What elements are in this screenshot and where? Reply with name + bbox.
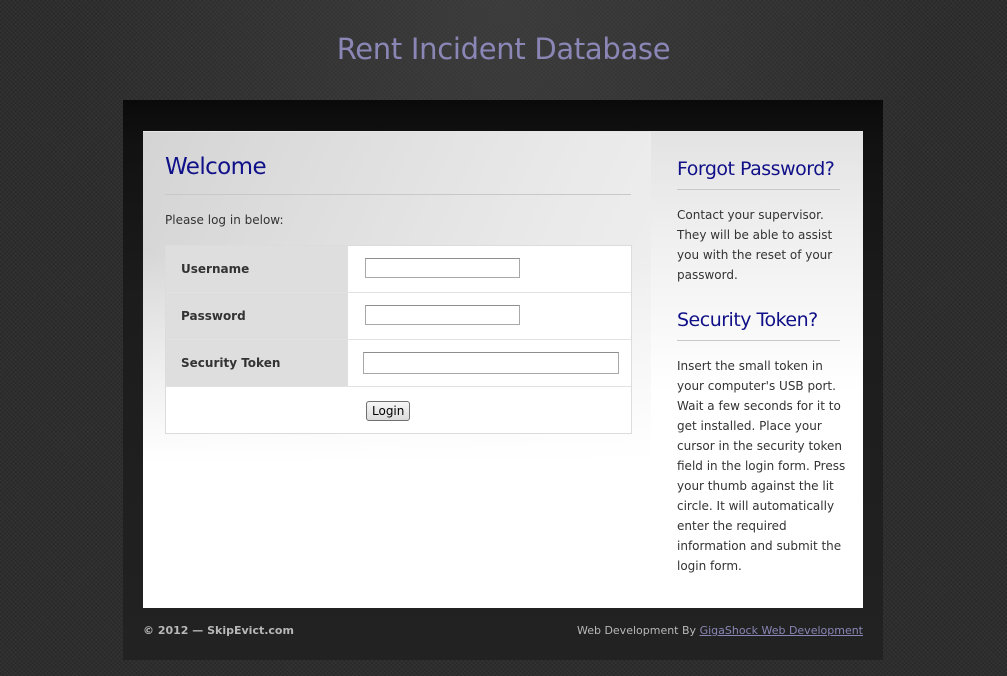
username-label: Username [166, 246, 348, 292]
security-token-text: Insert the small token in your computer'… [677, 359, 846, 573]
login-button[interactable]: Login [366, 401, 411, 421]
submit-row: Login [166, 387, 631, 433]
footer-credit-prefix: Web Development By [576, 624, 700, 637]
login-column: Welcome Please log in below: Username Pa… [143, 132, 651, 608]
welcome-heading: Welcome [165, 154, 267, 180]
footer-copyright: © 2012 — SkipEvict.com [143, 624, 294, 637]
forgot-password-text: Contact your supervisor. They will be ab… [677, 208, 833, 282]
security-token-cell [348, 340, 631, 386]
site-title: Rent Incident Database [336, 32, 671, 66]
security-token-label: Security Token [166, 340, 348, 386]
footer-credit: Web Development By GigaShock Web Develop… [577, 624, 863, 637]
heading-divider [165, 194, 631, 195]
forgot-password-divider [677, 189, 840, 190]
password-cell [348, 293, 631, 339]
login-form: Username Password Security Token Login [165, 245, 632, 434]
username-cell [348, 246, 631, 292]
security-token-heading: Security Token? [677, 309, 818, 331]
help-sidebar: Forgot Password? Contact your supervisor… [651, 132, 863, 608]
password-label: Password [166, 293, 348, 339]
login-intro-text: Please log in below: [165, 213, 284, 227]
username-row: Username [166, 246, 631, 293]
password-row: Password [166, 293, 631, 340]
content-box: Welcome Please log in below: Username Pa… [143, 131, 863, 608]
security-token-row: Security Token [166, 340, 631, 387]
page-wrapper: Welcome Please log in below: Username Pa… [123, 100, 883, 660]
username-input[interactable] [365, 258, 520, 278]
security-token-divider [677, 340, 840, 341]
password-input[interactable] [365, 305, 520, 325]
forgot-password-heading: Forgot Password? [677, 158, 835, 180]
security-token-input[interactable] [363, 352, 619, 374]
gigashock-link[interactable]: GigaShock Web Development [700, 624, 863, 637]
